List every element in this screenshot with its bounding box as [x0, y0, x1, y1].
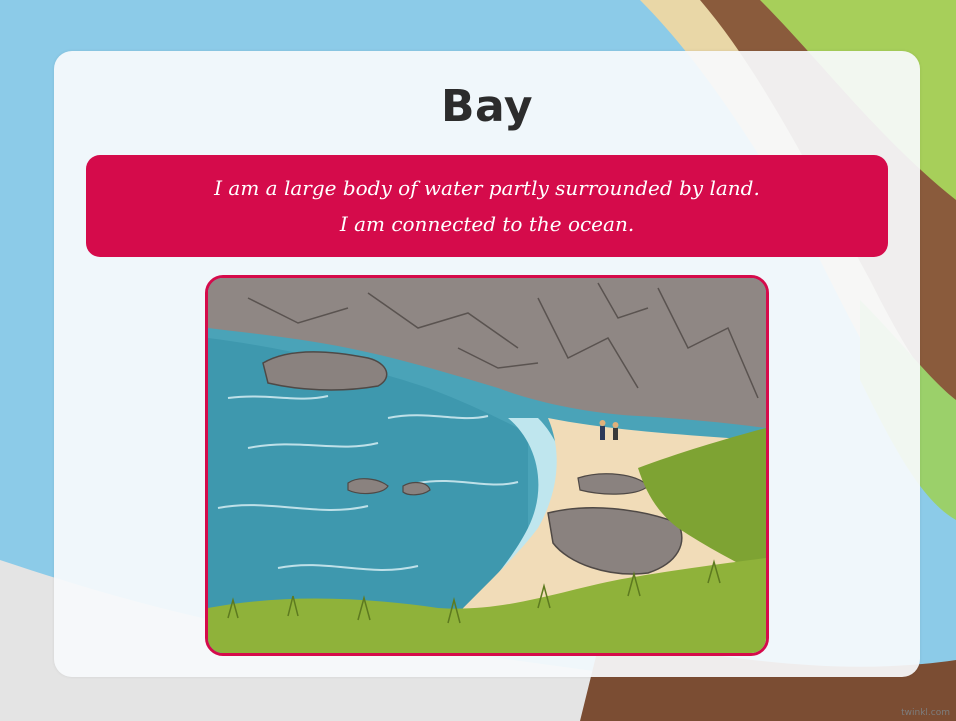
description-banner: I am a large body of water partly surrou… [86, 155, 888, 257]
bay-illustration [208, 278, 766, 653]
description-line-2: I am connected to the ocean. [339, 212, 635, 236]
bay-illustration-frame [205, 275, 769, 656]
watermark: twinkl.com [901, 708, 950, 718]
description-line-1: I am a large body of water partly surrou… [214, 176, 760, 200]
slide-title: Bay [440, 81, 534, 132]
content-card: Bay I am a large body of water partly su… [54, 51, 920, 677]
slide: Bay I am a large body of water partly su… [0, 0, 956, 721]
